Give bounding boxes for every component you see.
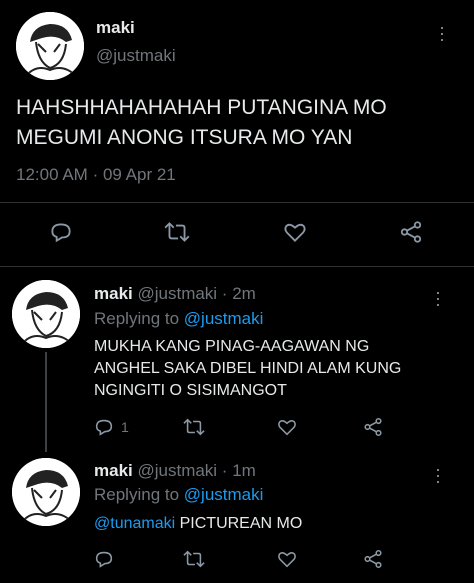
avatar[interactable]	[16, 12, 84, 80]
reply-text-line: NGINGITI O SISIMANGOT	[94, 382, 287, 399]
reply-count: 1	[121, 419, 129, 435]
replying-to-link[interactable]: @justmaki	[184, 485, 264, 504]
tweet-text-line: MEGUMI ANONG ITSURA MO YAN	[16, 126, 353, 149]
mention-link[interactable]: @tunamaki	[94, 515, 175, 532]
tweet-time: 12:00 AM	[16, 165, 88, 184]
author-handle-time[interactable]: @justmaki · 2m	[137, 284, 255, 303]
avatar[interactable]	[12, 458, 80, 526]
author-handle-time[interactable]: @justmaki · 1m	[137, 461, 255, 480]
author-name[interactable]: maki	[96, 18, 135, 38]
more-options-icon[interactable]: · · ·	[433, 283, 443, 313]
replying-to: Replying to @justmaki	[94, 309, 263, 329]
tweet-timestamp[interactable]: 12:00 AM · 09 Apr 21	[16, 165, 176, 185]
replying-to: Replying to @justmaki	[94, 485, 263, 505]
reply-text-body: PICTUREAN MO	[179, 515, 303, 532]
more-options-icon[interactable]: · · ·	[437, 18, 447, 48]
reply-text: @tunamaki PICTUREAN MO	[94, 513, 302, 535]
retweet-icon[interactable]	[182, 548, 206, 570]
reply-icon[interactable]	[93, 548, 115, 570]
share-icon[interactable]	[362, 416, 384, 438]
timestamp-separator: ·	[92, 165, 99, 184]
reply-icon[interactable]	[48, 219, 74, 245]
replying-prefix: Replying to	[94, 309, 180, 328]
divider	[0, 266, 474, 267]
reply-header: maki @justmaki · 2m	[94, 284, 256, 304]
tweet-text-line: HAHSHHAHAHAHAH PUTANGINA MO	[16, 96, 387, 119]
author-name[interactable]: maki	[94, 461, 133, 480]
more-options-icon[interactable]: · · ·	[433, 460, 443, 490]
replying-to-link[interactable]: @justmaki	[184, 309, 264, 328]
reply-text-line: MUKHA KANG PINAG-AAGAWAN NG	[94, 338, 370, 355]
like-icon[interactable]	[276, 548, 298, 570]
tweet-text: HAHSHHAHAHAHAH PUTANGINA MO MEGUMI ANONG…	[16, 93, 387, 153]
tweet-date: 09 Apr 21	[102, 165, 176, 184]
author-handle[interactable]: @justmaki	[96, 46, 176, 66]
share-icon[interactable]	[362, 548, 384, 570]
avatar[interactable]	[12, 280, 80, 348]
author-name[interactable]: maki	[94, 284, 133, 303]
reply-header: maki @justmaki · 1m	[94, 461, 256, 481]
share-icon[interactable]	[398, 219, 424, 245]
reply-text: MUKHA KANG PINAG-AAGAWAN NG ANGHEL SAKA …	[94, 336, 401, 402]
like-icon[interactable]	[282, 219, 308, 245]
retweet-icon[interactable]	[182, 416, 206, 438]
retweet-icon[interactable]	[163, 219, 191, 245]
thread-line	[45, 352, 47, 452]
replying-prefix: Replying to	[94, 485, 180, 504]
reply-text-line: ANGHEL SAKA DIBEL HINDI ALAM KUNG	[94, 360, 402, 377]
divider	[0, 202, 474, 203]
reply-icon[interactable]: 1	[93, 416, 129, 438]
like-icon[interactable]	[276, 416, 298, 438]
